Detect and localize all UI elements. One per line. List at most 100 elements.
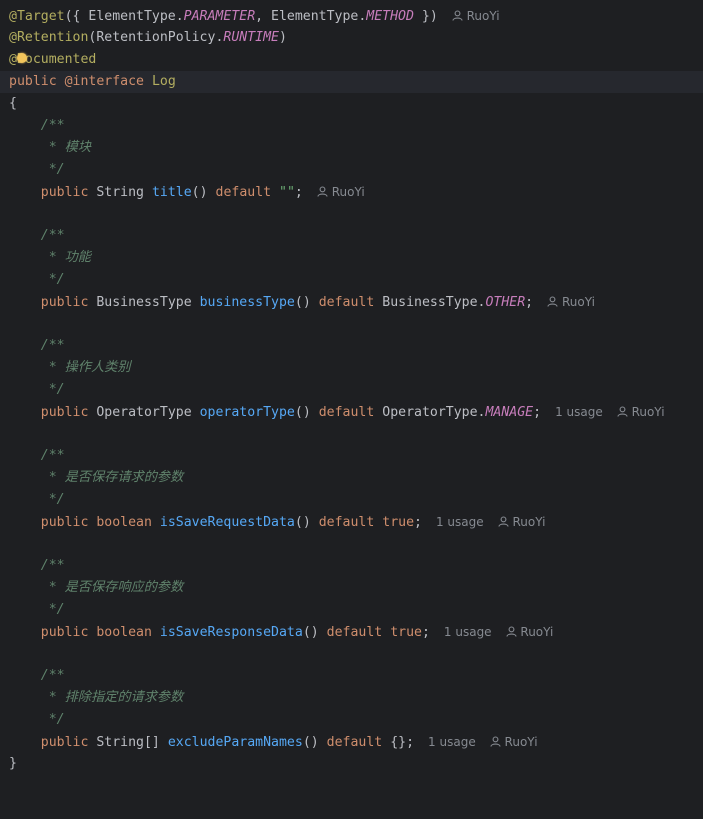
- annotation: @Target: [9, 9, 65, 24]
- doc-comment: */: [9, 159, 65, 181]
- doc-comment: */: [9, 489, 65, 511]
- doc-text: */: [40, 162, 65, 177]
- keyword: public: [40, 295, 89, 310]
- code-line[interactable]: * 排除指定的请求参数: [0, 687, 703, 709]
- usage-hint[interactable]: 1 usage: [428, 735, 476, 749]
- code-line[interactable]: /**: [0, 225, 703, 247]
- method-name: operatorType: [199, 405, 295, 420]
- code-line[interactable]: /**: [0, 115, 703, 137]
- user-icon: [317, 186, 328, 197]
- code-line[interactable]: @Target({ ElementType.PARAMETER, Element…: [0, 5, 703, 27]
- type-name: BusinessType: [96, 295, 192, 310]
- method-name: businessType: [199, 295, 295, 310]
- code-line[interactable]: */: [0, 269, 703, 291]
- user-icon: [490, 736, 501, 747]
- keyword: default: [326, 625, 383, 640]
- constant: PARAMETER: [183, 9, 256, 24]
- doc-text: /**: [40, 228, 65, 243]
- code-line[interactable]: @Documented: [0, 49, 703, 71]
- code-line[interactable]: /**: [0, 445, 703, 467]
- keyword: default: [318, 295, 375, 310]
- code-line[interactable]: public String title() default ""; RuoYi: [0, 181, 703, 203]
- keyword: public: [40, 625, 89, 640]
- code-text: , ElementType.: [255, 9, 367, 24]
- code-line[interactable]: /**: [0, 665, 703, 687]
- doc-comment: * 操作人类别: [9, 357, 131, 379]
- code-line[interactable]: public BusinessType businessType() defau…: [0, 291, 703, 313]
- author-hint[interactable]: RuoYi: [617, 405, 665, 419]
- user-icon: [452, 10, 463, 21]
- code-line[interactable]: /**: [0, 335, 703, 357]
- code-line[interactable]: */: [0, 599, 703, 621]
- doc-text: */: [40, 602, 65, 617]
- doc-comment: /**: [9, 445, 65, 467]
- method-name: excludeParamNames: [167, 735, 303, 750]
- keyword: true: [390, 625, 422, 640]
- doc-comment: /**: [9, 225, 65, 247]
- code-line[interactable]: * 是否保存请求的参数: [0, 467, 703, 489]
- code-line[interactable]: @Retention(RetentionPolicy.RUNTIME): [0, 27, 703, 49]
- code-line[interactable]: public boolean isSaveRequestData() defau…: [0, 511, 703, 533]
- code-line[interactable]: */: [0, 159, 703, 181]
- author-name: RuoYi: [466, 9, 500, 23]
- open-brace: {: [9, 96, 17, 111]
- code-text: OperatorType.: [382, 405, 486, 420]
- code-text: (RetentionPolicy.: [88, 30, 224, 45]
- code-line[interactable]: {: [0, 93, 703, 115]
- code-line[interactable]: }: [0, 753, 703, 775]
- user-icon: [547, 296, 558, 307]
- code-editor[interactable]: @Target({ ElementType.PARAMETER, Element…: [0, 0, 703, 778]
- code-line-current[interactable]: public @interface Log: [0, 71, 703, 93]
- code-line[interactable]: */: [0, 709, 703, 731]
- usage-hint[interactable]: 1 usage: [444, 625, 492, 639]
- author-hint[interactable]: RuoYi: [506, 625, 553, 639]
- author-hint[interactable]: RuoYi: [452, 9, 500, 23]
- doc-comment: * 模块: [9, 137, 91, 159]
- code-text: {}: [390, 735, 407, 750]
- code-line[interactable]: * 模块: [0, 137, 703, 159]
- doc-text: * 操作人类别: [40, 360, 131, 375]
- user-icon: [498, 516, 509, 527]
- author-hint[interactable]: RuoYi: [317, 185, 365, 199]
- doc-comment: * 排除指定的请求参数: [9, 687, 184, 709]
- doc-comment: */: [9, 599, 65, 621]
- doc-comment: * 是否保存请求的参数: [9, 467, 184, 489]
- string-literal: "": [279, 185, 295, 200]
- code-text: (): [302, 625, 319, 640]
- doc-text: * 是否保存响应的参数: [40, 580, 184, 595]
- usage-hint[interactable]: 1 usage: [555, 405, 603, 419]
- code-line[interactable]: */: [0, 489, 703, 511]
- code-line[interactable]: /**: [0, 555, 703, 577]
- code-text: ;: [294, 185, 303, 200]
- keyword: default: [215, 185, 272, 200]
- author-hint[interactable]: RuoYi: [498, 515, 545, 529]
- keyword: public: [9, 74, 57, 89]
- keyword: true: [382, 515, 415, 530]
- close-brace: }: [9, 756, 17, 771]
- author-hint[interactable]: RuoYi: [547, 295, 595, 309]
- annotation: @Retention: [9, 30, 89, 45]
- code-text: (): [294, 515, 311, 530]
- doc-text: */: [40, 712, 65, 727]
- code-line[interactable]: public OperatorType operatorType() defau…: [0, 401, 703, 423]
- code-line[interactable]: * 是否保存响应的参数: [0, 577, 703, 599]
- keyword: public: [40, 185, 89, 200]
- code-line[interactable]: */: [0, 379, 703, 401]
- code-line[interactable]: * 操作人类别: [0, 357, 703, 379]
- code-line[interactable]: public boolean isSaveResponseData() defa…: [0, 621, 703, 643]
- constant: METHOD: [366, 9, 414, 24]
- usage-hint[interactable]: 1 usage: [436, 515, 484, 529]
- method-name: title: [151, 185, 192, 200]
- doc-text: /**: [40, 668, 65, 683]
- author-hint[interactable]: RuoYi: [490, 735, 538, 749]
- keyword: public: [40, 515, 89, 530]
- code-line[interactable]: * 功能: [0, 247, 703, 269]
- constant: RUNTIME: [223, 30, 279, 45]
- code-text: BusinessType.: [382, 295, 486, 310]
- author-name: RuoYi: [631, 405, 665, 419]
- interface-name: Log: [151, 74, 176, 89]
- keyword: boolean: [96, 625, 152, 640]
- code-text: (): [191, 185, 208, 200]
- lightbulb-icon[interactable]: [17, 53, 27, 63]
- code-line[interactable]: public String[] excludeParamNames() defa…: [0, 731, 703, 753]
